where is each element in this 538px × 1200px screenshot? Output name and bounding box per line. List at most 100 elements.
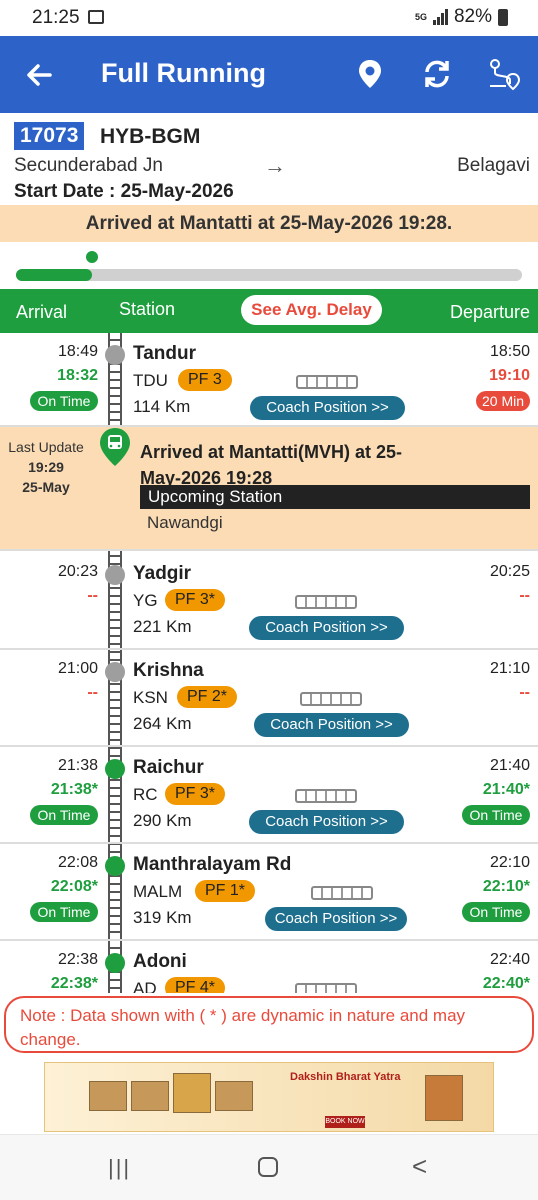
coach-train-icon: [295, 789, 357, 803]
app-bar: Full Running: [0, 36, 538, 113]
actual-departure: 22:40*: [482, 975, 530, 992]
station-name: Manthralayam Rd: [133, 854, 292, 875]
upcoming-station-name: Nawandgi: [147, 513, 223, 532]
coach-position-button[interactable]: Coach Position >>: [265, 907, 407, 931]
current-status-row: Last Update 19:29 25-May Arrived at Mant…: [0, 427, 538, 551]
ad-image: [89, 1081, 127, 1111]
network-label: 5G: [414, 11, 427, 22]
actual-departure: 19:10: [489, 367, 530, 384]
platform-badge: PF 4*: [165, 977, 226, 993]
station-name: Tandur: [133, 343, 196, 364]
current-status-message: Arrived at Mantatti(MVH) at 25-May-2026 …: [140, 442, 403, 488]
station-row[interactable]: 21:38 21:38* 21:40 21:40* Raichur RC PF 3* 290 …: [0, 747, 538, 844]
battery-percent: 82%: [453, 6, 492, 27]
station-code: RC: [133, 785, 158, 804]
scheduled-departure: 22:40: [489, 951, 530, 968]
scheduled-departure: 21:40: [489, 757, 530, 774]
status-right: 5G 82%: [415, 6, 508, 28]
station-name: Krishna: [133, 660, 204, 681]
avg-delay-button[interactable]: See Avg. Delay: [241, 295, 382, 325]
departure-status-badge: On Time: [462, 805, 530, 825]
journey-progress-bar: [16, 249, 522, 281]
distance: 221 Km: [133, 617, 192, 636]
location-pin-icon[interactable]: [352, 56, 388, 92]
schedule-header: Arrival Station See Avg. Delay Departure: [0, 289, 538, 333]
ad-book-button[interactable]: BOOK NOW: [325, 1116, 365, 1128]
arrival-status-banner: Arrived at Mantatti at 25-May-2026 19:28…: [0, 205, 538, 242]
station-status-dot: [105, 953, 125, 973]
scheduled-departure: 20:25: [489, 563, 530, 580]
arrival-header: Arrival: [16, 302, 68, 322]
scheduled-departure: 18:50: [489, 343, 530, 360]
actual-departure: --: [519, 587, 530, 604]
station-header: Station: [119, 299, 176, 319]
distance: 114 Km: [133, 397, 191, 416]
upcoming-station-label: Upcoming Station: [140, 485, 530, 509]
actual-departure: 21:40*: [482, 781, 530, 798]
station-code: YG: [133, 591, 158, 610]
coach-position-button[interactable]: Coach Position >>: [249, 810, 404, 834]
station-name: Yadgir: [133, 563, 192, 584]
platform-badge: PF 3*: [165, 589, 226, 611]
scheduled-arrival: 21:38: [57, 757, 98, 774]
scheduled-arrival: 22:38: [57, 951, 98, 968]
gallery-icon: [88, 10, 104, 24]
status-bar: 21:25 5G 82%: [0, 0, 538, 36]
departure-header: Departure: [449, 302, 530, 322]
actual-arrival: 22:08*: [50, 878, 98, 895]
actual-departure: 22:10*: [482, 878, 530, 895]
recents-button[interactable]: |||: [108, 1155, 131, 1181]
start-date: Start Date : 25-May-2026: [14, 181, 234, 202]
battery-icon: [498, 8, 508, 26]
ad-image: [131, 1081, 169, 1111]
progress-fill: [16, 269, 92, 281]
platform-badge: PF 2*: [177, 686, 238, 708]
last-update-time: 19:29: [28, 459, 64, 475]
last-update-date: 25-May: [22, 479, 70, 495]
coach-position-button[interactable]: Coach Position >>: [250, 396, 405, 420]
actual-arrival: 18:32: [57, 367, 98, 384]
home-icon[interactable]: [258, 1157, 278, 1177]
distance: 290 Km: [133, 811, 192, 830]
coach-train-icon: [300, 692, 362, 706]
refresh-icon[interactable]: [419, 56, 455, 92]
coach-train-icon: [296, 375, 358, 389]
station-row[interactable]: 22:08 22:08* 22:10 22:10* Manthralayam Rd MAL…: [0, 844, 538, 941]
station-row[interactable]: 21:00 -- 21:10 -- Krishna KSN PF 2* 264 Km Coach…: [0, 650, 538, 747]
advertisement-banner[interactable]: Dakshin Bharat Yatra BOOK NOW: [44, 1062, 494, 1132]
back-button[interactable]: <: [412, 1151, 427, 1182]
train-position-icon: [83, 249, 100, 265]
ad-image: [173, 1073, 211, 1113]
station-status-dot: [105, 662, 125, 682]
arrow-left-icon[interactable]: [24, 60, 54, 90]
route-arrow-icon: →: [264, 153, 286, 178]
coach-position-button[interactable]: Coach Position >>: [254, 713, 409, 737]
station-row[interactable]: 18:49 18:32 18:50 19:10 Tandur TDU PF 3 114 Km C…: [0, 333, 538, 427]
train-name: HYB-BGM: [100, 125, 201, 148]
scheduled-arrival: 18:49: [57, 343, 98, 360]
departure-status-badge: 20 Min: [476, 391, 530, 411]
actual-arrival: --: [87, 587, 98, 604]
station-status-dot: [105, 759, 125, 779]
scheduled-departure: 21:10: [489, 660, 530, 677]
arrival-status-badge: On Time: [30, 902, 98, 922]
last-update: Last Update 19:29 25-May: [6, 437, 86, 497]
station-row[interactable]: 22:38 22:38* 22:40 22:40* Adoni AD PF 4*: [0, 941, 538, 993]
actual-arrival: 21:38*: [50, 781, 98, 798]
origin-station: Secunderabad Jn: [14, 155, 163, 176]
actual-arrival: --: [87, 684, 98, 701]
station-code: MALM: [133, 882, 183, 901]
coach-position-button[interactable]: Coach Position >>: [249, 616, 404, 640]
dynamic-data-note: Note : Data shown with ( * ) are dynamic…: [4, 996, 534, 1053]
train-number: 17073: [14, 122, 85, 150]
station-status-dot: [105, 856, 125, 876]
route-map-icon[interactable]: [486, 56, 522, 92]
ad-image: [215, 1081, 253, 1111]
station-row[interactable]: 20:23 -- 20:25 -- Yadgir YG PF 3* 221 Km Coach P…: [0, 553, 538, 650]
page-title: Full Running: [101, 58, 266, 88]
station-status-dot: [105, 565, 125, 585]
station-list[interactable]: 18:49 18:32 18:50 19:10 Tandur TDU PF 3 114 Km C…: [0, 333, 538, 993]
station-code: AD: [133, 979, 157, 993]
status-time: 21:25: [32, 7, 80, 28]
scheduled-arrival: 21:00: [57, 660, 98, 677]
